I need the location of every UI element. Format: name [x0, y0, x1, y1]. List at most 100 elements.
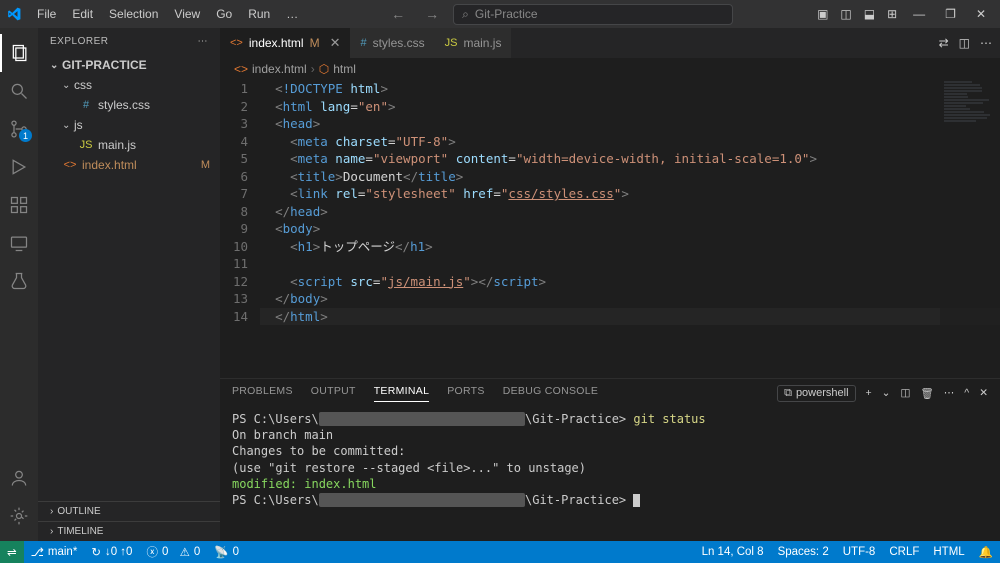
code-editor[interactable]: 1234567891011121314 <!DOCTYPE html> <htm…	[220, 80, 1000, 378]
activity-settings[interactable]	[0, 497, 38, 535]
layout-panel-icon[interactable]: ◫	[836, 5, 855, 23]
tree-item-index.html[interactable]: <>index.htmlM	[38, 155, 220, 175]
tree-item-main.js[interactable]: JSmain.js	[38, 135, 220, 155]
search-text: Git-Practice	[475, 7, 538, 21]
status-branch[interactable]: ⎇main*	[24, 545, 85, 559]
outline-pane[interactable]: ›OUTLINE	[38, 501, 220, 521]
split-terminal-icon[interactable]: ◫	[900, 387, 910, 399]
modified-indicator: M	[310, 36, 320, 50]
menu-…[interactable]: …	[279, 4, 305, 24]
terminal-content[interactable]: PS C:\Users\████████████████████████████…	[220, 407, 1000, 541]
title-bar: FileEditSelectionViewGoRun… ← → ⌕ Git-Pr…	[0, 0, 1000, 28]
bell-icon: 🔔	[979, 545, 993, 559]
code-content[interactable]: <!DOCTYPE html> <html lang="en"> <head> …	[260, 80, 1000, 378]
tab-main.js[interactable]: JSmain.js	[435, 28, 512, 58]
warning-icon: ⚠	[180, 545, 190, 559]
activity-testing[interactable]	[0, 262, 38, 300]
status-problems[interactable]: ⓧ0 ⚠0	[139, 544, 207, 560]
panel-more-icon[interactable]: ⋯	[944, 387, 955, 399]
status-language[interactable]: HTML	[926, 545, 971, 559]
panel-tabs: PROBLEMS OUTPUT TERMINAL PORTS DEBUG CONSOLE…	[220, 379, 1000, 407]
menu-bar: FileEditSelectionViewGoRun…	[30, 4, 305, 24]
file-label: css	[74, 78, 92, 92]
menu-file[interactable]: File	[30, 4, 63, 24]
status-indent[interactable]: Spaces: 2	[771, 545, 836, 559]
tree-item-styles.css[interactable]: #styles.css	[38, 95, 220, 115]
activity-source-control[interactable]: 1	[0, 110, 38, 148]
status-eol[interactable]: CRLF	[882, 545, 926, 559]
breadcrumb-text: index.html	[252, 62, 307, 76]
nav-forward-button[interactable]: →	[419, 4, 445, 24]
panel-tab-ports[interactable]: PORTS	[447, 385, 484, 402]
activity-accounts[interactable]	[0, 459, 38, 497]
window-maximize-button[interactable]: ❐	[937, 5, 964, 23]
timeline-pane[interactable]: ›TIMELINE	[38, 521, 220, 541]
close-tab-icon[interactable]: ✕	[330, 35, 341, 51]
explorer-header: EXPLORER ⋯	[38, 28, 220, 55]
status-ports[interactable]: 📡0	[207, 545, 246, 559]
status-sync[interactable]: ↻↓0 ↑0	[84, 545, 139, 559]
explorer-more-icon[interactable]: ⋯	[198, 36, 209, 47]
activity-explorer[interactable]	[0, 34, 38, 72]
status-cursor[interactable]: Ln 14, Col 8	[695, 545, 771, 559]
maximize-panel-icon[interactable]: ^	[964, 387, 969, 399]
terminal-line: (use "git restore --staged <file>..." to…	[232, 460, 988, 476]
terminal-line: On branch main	[232, 427, 988, 443]
minimap[interactable]	[940, 80, 1000, 378]
menu-run[interactable]: Run	[241, 4, 277, 24]
window-close-button[interactable]: ✕	[968, 5, 994, 23]
sync-label: ↓0 ↑0	[105, 546, 133, 558]
terminal-line: modified: index.html	[232, 476, 988, 492]
menu-view[interactable]: View	[167, 4, 207, 24]
tree-root[interactable]: ⌄ GIT-PRACTICE	[38, 55, 220, 75]
terminal-profile-label: powershell	[796, 387, 849, 399]
status-bar: ⇌ ⎇main* ↻↓0 ↑0 ⓧ0 ⚠0 📡0 Ln 14, Col 8 Sp…	[0, 541, 1000, 563]
layout-sidebar-icon[interactable]: ⬓	[860, 5, 879, 23]
more-actions-icon[interactable]: ⋯	[980, 36, 992, 50]
kill-terminal-icon[interactable]: 🗑	[920, 387, 933, 400]
panel-tab-debug console[interactable]: DEBUG CONSOLE	[503, 385, 599, 402]
breadcrumb[interactable]: <> index.html›⬡ html	[220, 58, 1000, 80]
chevron-right-icon: ›	[50, 526, 53, 537]
layout-primary-icon[interactable]: ▣	[813, 5, 832, 23]
status-encoding[interactable]: UTF-8	[836, 545, 883, 559]
tab-index.html[interactable]: <> index.html M ✕	[220, 28, 350, 58]
command-center-search[interactable]: ⌕ Git-Practice	[453, 4, 733, 25]
menu-selection[interactable]: Selection	[102, 4, 165, 24]
tree-item-js[interactable]: ⌄js	[38, 115, 220, 135]
terminal-line: PS C:\Users\████████████████████████████…	[232, 411, 988, 427]
file-icon: <>	[230, 37, 243, 49]
activity-search[interactable]	[0, 72, 38, 110]
new-terminal-button[interactable]: +	[866, 387, 872, 399]
nav-back-button[interactable]: ←	[385, 4, 411, 24]
compare-changes-icon[interactable]: ⇄	[939, 36, 949, 50]
tree-root-label: GIT-PRACTICE	[62, 58, 147, 72]
panel-tab-problems[interactable]: PROBLEMS	[232, 385, 293, 402]
remote-icon: ⇌	[7, 545, 17, 559]
modified-badge: M	[201, 159, 210, 171]
panel-tab-terminal[interactable]: TERMINAL	[374, 385, 430, 402]
menu-edit[interactable]: Edit	[65, 4, 100, 24]
explorer-title: EXPLORER	[50, 36, 108, 47]
panel-tab-output[interactable]: OUTPUT	[311, 385, 356, 402]
split-editor-icon[interactable]: ◫	[959, 36, 970, 50]
layout-customize-icon[interactable]: ⊞	[883, 5, 901, 23]
window-minimize-button[interactable]: —	[905, 5, 933, 23]
activity-extensions[interactable]	[0, 186, 38, 224]
breadcrumb-icon: <>	[234, 62, 248, 76]
status-notifications[interactable]: 🔔	[972, 545, 1000, 559]
line-gutter: 1234567891011121314	[220, 80, 260, 378]
remote-indicator[interactable]: ⇌	[0, 541, 24, 563]
close-panel-icon[interactable]: ✕	[979, 387, 988, 399]
terminal-profile-dropdown[interactable]: ⧉powershell	[777, 385, 855, 402]
chevron-down-icon: ⌄	[50, 60, 60, 71]
tree-item-css[interactable]: ⌄css	[38, 75, 220, 95]
tab-styles.css[interactable]: #styles.css	[350, 28, 434, 58]
terminal-chevron-down-icon[interactable]: ⌄	[882, 387, 891, 399]
menu-go[interactable]: Go	[209, 4, 239, 24]
activity-run-debug[interactable]	[0, 148, 38, 186]
activity-remote[interactable]	[0, 224, 38, 262]
file-label: main.js	[98, 138, 136, 152]
tab-label: index.html	[249, 36, 304, 50]
ports-count: 0	[233, 546, 239, 558]
